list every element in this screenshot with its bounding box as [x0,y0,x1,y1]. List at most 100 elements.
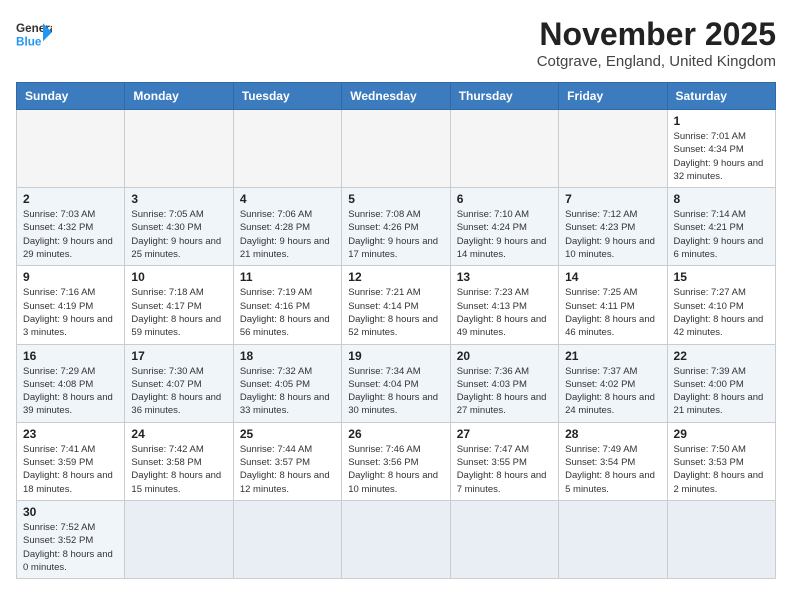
day-number: 6 [457,192,552,206]
calendar-cell: 2 Sunrise: 7:03 AM Sunset: 4:32 PM Daylig… [17,188,125,266]
day-number: 27 [457,427,552,441]
day-info: Sunrise: 7:41 AM Sunset: 3:59 PM Dayligh… [23,443,118,496]
day-info: Sunrise: 7:01 AM Sunset: 4:34 PM Dayligh… [674,130,769,183]
weekday-header-thursday: Thursday [450,83,558,110]
day-info: Sunrise: 7:32 AM Sunset: 4:05 PM Dayligh… [240,365,335,418]
weekday-header-row: SundayMondayTuesdayWednesdayThursdayFrid… [17,83,776,110]
calendar-cell [667,500,775,578]
calendar-week-4: 16 Sunrise: 7:29 AM Sunset: 4:08 PM Dayli… [17,344,776,422]
day-number: 21 [565,349,660,363]
day-number: 5 [348,192,443,206]
day-info: Sunrise: 7:52 AM Sunset: 3:52 PM Dayligh… [23,521,118,574]
day-info: Sunrise: 7:42 AM Sunset: 3:58 PM Dayligh… [131,443,226,496]
day-info: Sunrise: 7:36 AM Sunset: 4:03 PM Dayligh… [457,365,552,418]
day-info: Sunrise: 7:47 AM Sunset: 3:55 PM Dayligh… [457,443,552,496]
calendar-cell: 29 Sunrise: 7:50 AM Sunset: 3:53 PM Dayli… [667,422,775,500]
calendar-week-5: 23 Sunrise: 7:41 AM Sunset: 3:59 PM Dayli… [17,422,776,500]
day-number: 19 [348,349,443,363]
calendar-week-6: 30Sunrise: 7:52 AM Sunset: 3:52 PM Dayli… [17,500,776,578]
day-info: Sunrise: 7:50 AM Sunset: 3:53 PM Dayligh… [674,443,769,496]
day-info: Sunrise: 7:12 AM Sunset: 4:23 PM Dayligh… [565,208,660,261]
calendar-cell: 30Sunrise: 7:52 AM Sunset: 3:52 PM Dayli… [17,500,125,578]
calendar-cell: 3Sunrise: 7:05 AM Sunset: 4:30 PM Daylig… [125,188,233,266]
day-number: 16 [23,349,118,363]
calendar-cell: 28 Sunrise: 7:49 AM Sunset: 3:54 PM Dayli… [559,422,667,500]
day-number: 11 [240,270,335,284]
calendar-cell [233,110,341,188]
weekday-header-monday: Monday [125,83,233,110]
day-info: Sunrise: 7:08 AM Sunset: 4:26 PM Dayligh… [348,208,443,261]
day-info: Sunrise: 7:14 AM Sunset: 4:21 PM Dayligh… [674,208,769,261]
calendar-cell: 23 Sunrise: 7:41 AM Sunset: 3:59 PM Dayli… [17,422,125,500]
day-info: Sunrise: 7:19 AM Sunset: 4:16 PM Dayligh… [240,286,335,339]
day-number: 23 [23,427,118,441]
day-number: 17 [131,349,226,363]
day-info: Sunrise: 7:03 AM Sunset: 4:32 PM Dayligh… [23,208,118,261]
calendar-cell: 10 Sunrise: 7:18 AM Sunset: 4:17 PM Dayli… [125,266,233,344]
weekday-header-wednesday: Wednesday [342,83,450,110]
calendar-cell: 6Sunrise: 7:10 AM Sunset: 4:24 PM Daylig… [450,188,558,266]
weekday-header-sunday: Sunday [17,83,125,110]
day-number: 28 [565,427,660,441]
calendar-cell: 13 Sunrise: 7:23 AM Sunset: 4:13 PM Dayli… [450,266,558,344]
calendar-cell [125,110,233,188]
day-info: Sunrise: 7:27 AM Sunset: 4:10 PM Dayligh… [674,286,769,339]
calendar-cell [450,500,558,578]
day-number: 4 [240,192,335,206]
calendar-cell: 12 Sunrise: 7:21 AM Sunset: 4:14 PM Dayli… [342,266,450,344]
day-info: Sunrise: 7:46 AM Sunset: 3:56 PM Dayligh… [348,443,443,496]
calendar-cell [17,110,125,188]
calendar-cell: 24 Sunrise: 7:42 AM Sunset: 3:58 PM Dayli… [125,422,233,500]
day-info: Sunrise: 7:06 AM Sunset: 4:28 PM Dayligh… [240,208,335,261]
day-number: 9 [23,270,118,284]
day-info: Sunrise: 7:30 AM Sunset: 4:07 PM Dayligh… [131,365,226,418]
day-info: Sunrise: 7:25 AM Sunset: 4:11 PM Dayligh… [565,286,660,339]
page-header: General Blue November 2025 Cotgrave, Eng… [16,16,776,70]
location: Cotgrave, England, United Kingdom [537,53,776,70]
day-number: 7 [565,192,660,206]
calendar-cell: 15 Sunrise: 7:27 AM Sunset: 4:10 PM Dayli… [667,266,775,344]
month-title: November 2025 [537,16,776,53]
day-info: Sunrise: 7:29 AM Sunset: 4:08 PM Dayligh… [23,365,118,418]
day-number: 18 [240,349,335,363]
day-info: Sunrise: 7:21 AM Sunset: 4:14 PM Dayligh… [348,286,443,339]
day-number: 14 [565,270,660,284]
day-info: Sunrise: 7:23 AM Sunset: 4:13 PM Dayligh… [457,286,552,339]
calendar-cell: 19 Sunrise: 7:34 AM Sunset: 4:04 PM Dayli… [342,344,450,422]
calendar-cell [125,500,233,578]
day-number: 12 [348,270,443,284]
calendar-week-3: 9 Sunrise: 7:16 AM Sunset: 4:19 PM Daylig… [17,266,776,344]
calendar-cell: 4 Sunrise: 7:06 AM Sunset: 4:28 PM Daylig… [233,188,341,266]
calendar-cell: 17 Sunrise: 7:30 AM Sunset: 4:07 PM Dayli… [125,344,233,422]
day-info: Sunrise: 7:16 AM Sunset: 4:19 PM Dayligh… [23,286,118,339]
day-number: 2 [23,192,118,206]
weekday-header-friday: Friday [559,83,667,110]
calendar-cell: 25Sunrise: 7:44 AM Sunset: 3:57 PM Dayli… [233,422,341,500]
calendar-table: SundayMondayTuesdayWednesdayThursdayFrid… [16,82,776,579]
calendar-cell [450,110,558,188]
day-number: 29 [674,427,769,441]
weekday-header-tuesday: Tuesday [233,83,341,110]
calendar-cell: 20Sunrise: 7:36 AM Sunset: 4:03 PM Dayli… [450,344,558,422]
day-info: Sunrise: 7:37 AM Sunset: 4:02 PM Dayligh… [565,365,660,418]
day-number: 15 [674,270,769,284]
calendar-cell: 11 Sunrise: 7:19 AM Sunset: 4:16 PM Dayli… [233,266,341,344]
day-number: 10 [131,270,226,284]
calendar-cell: 18 Sunrise: 7:32 AM Sunset: 4:05 PM Dayli… [233,344,341,422]
day-info: Sunrise: 7:49 AM Sunset: 3:54 PM Dayligh… [565,443,660,496]
calendar-cell: 26 Sunrise: 7:46 AM Sunset: 3:56 PM Dayli… [342,422,450,500]
day-info: Sunrise: 7:34 AM Sunset: 4:04 PM Dayligh… [348,365,443,418]
calendar-cell: 27 Sunrise: 7:47 AM Sunset: 3:55 PM Dayli… [450,422,558,500]
logo: General Blue [16,16,52,52]
calendar-week-1: 1Sunrise: 7:01 AM Sunset: 4:34 PM Daylig… [17,110,776,188]
day-number: 24 [131,427,226,441]
calendar-week-2: 2 Sunrise: 7:03 AM Sunset: 4:32 PM Daylig… [17,188,776,266]
calendar-cell: 16 Sunrise: 7:29 AM Sunset: 4:08 PM Dayli… [17,344,125,422]
weekday-header-saturday: Saturday [667,83,775,110]
day-number: 13 [457,270,552,284]
day-number: 26 [348,427,443,441]
day-number: 8 [674,192,769,206]
day-info: Sunrise: 7:18 AM Sunset: 4:17 PM Dayligh… [131,286,226,339]
logo-icon: General Blue [16,16,52,52]
calendar-cell [233,500,341,578]
